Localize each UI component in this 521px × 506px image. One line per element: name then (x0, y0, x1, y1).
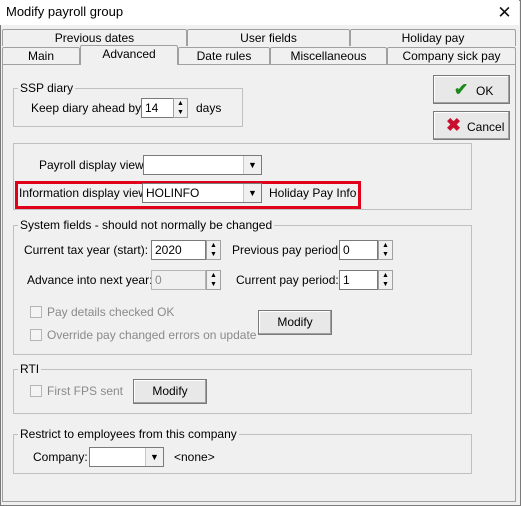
spin-up-icon[interactable]: ▲ (207, 241, 220, 250)
tab-date-rules[interactable]: Date rules (178, 47, 270, 64)
chevron-down-icon[interactable]: ▼ (243, 156, 261, 174)
spin-up-icon[interactable]: ▲ (174, 99, 187, 108)
info-display-description: Holiday Pay Info (269, 186, 357, 200)
spin-down-icon[interactable]: ▼ (207, 250, 220, 259)
system-fields-label: System fields - should not normally be c… (18, 218, 275, 232)
tax-year-spinner[interactable]: ▲ ▼ (206, 240, 221, 260)
keep-diary-input[interactable]: 14 (141, 98, 174, 118)
chevron-down-icon[interactable]: ▼ (243, 184, 261, 202)
restrict-company-label: Restrict to employees from this company (18, 427, 239, 441)
current-pay-period-spinner[interactable]: ▲ ▼ (378, 270, 393, 290)
company-select[interactable]: ▼ (89, 447, 164, 467)
tab-miscellaneous[interactable]: Miscellaneous (270, 47, 387, 64)
company-description: <none> (174, 450, 215, 464)
tab-advanced[interactable]: Advanced (80, 45, 178, 65)
cancel-button[interactable]: ✖ Cancel (433, 111, 510, 140)
info-display-select[interactable]: HOLINFO ▼ (142, 183, 262, 203)
close-button[interactable]: ✕ (490, 0, 519, 25)
rti-modify-button[interactable]: Modify (133, 379, 207, 404)
ssp-diary-label: SSP diary (18, 81, 76, 95)
ok-button[interactable]: ✔ OK (433, 75, 510, 104)
payroll-display-select[interactable]: ▼ (143, 155, 262, 175)
advance-next-year-label: Advance into next year: (27, 273, 153, 287)
advance-next-year-input: 0 (151, 270, 206, 290)
override-errors-label: Override pay changed errors on update (47, 328, 257, 342)
payroll-display-label: Payroll display view: (39, 158, 148, 172)
days-unit-label: days (196, 101, 222, 115)
spin-down-icon[interactable]: ▼ (379, 280, 392, 289)
previous-pay-period-spinner[interactable]: ▲ ▼ (378, 240, 393, 260)
rti-label: RTI (18, 362, 42, 376)
tax-year-label: Current tax year (start): (24, 243, 149, 257)
chevron-down-icon[interactable]: ▼ (145, 448, 163, 466)
spin-up-icon[interactable]: ▲ (379, 241, 392, 250)
tax-year-input[interactable]: 2020 (151, 240, 206, 260)
spin-down-icon: ▼ (210, 281, 217, 288)
company-label: Company: (33, 450, 88, 464)
previous-pay-period-input[interactable]: 0 (339, 240, 378, 260)
previous-pay-period-label: Previous pay period: (232, 243, 342, 257)
window-title: Modify payroll group (6, 4, 124, 19)
tab-company-sick-pay[interactable]: Company sick pay (387, 47, 516, 64)
tab-holiday-pay[interactable]: Holiday pay (350, 29, 516, 46)
first-fps-label: First FPS sent (47, 384, 124, 398)
keep-diary-spinner[interactable]: ▲ ▼ (173, 98, 188, 118)
tab-previous-dates[interactable]: Previous dates (2, 29, 187, 46)
keep-diary-label: Keep diary ahead by: (31, 101, 145, 115)
info-display-label: Information display view: (19, 186, 151, 200)
spin-up-icon: ▲ (210, 272, 217, 279)
title-bar: Modify payroll group ✕ (0, 0, 519, 25)
tab-user-fields[interactable]: User fields (187, 29, 350, 46)
spin-down-icon[interactable]: ▼ (379, 250, 392, 259)
first-fps-checkbox (30, 385, 42, 397)
pay-details-checkbox (30, 306, 42, 318)
check-icon: ✔ (454, 80, 469, 99)
tab-main[interactable]: Main (2, 47, 80, 64)
current-pay-period-input[interactable]: 1 (339, 270, 378, 290)
override-errors-checkbox (30, 329, 42, 341)
pay-details-label: Pay details checked OK (47, 305, 175, 319)
advance-next-year-spinner: ▲ ▼ (206, 270, 221, 290)
spin-down-icon[interactable]: ▼ (174, 108, 187, 117)
current-pay-period-label: Current pay period: (236, 273, 339, 287)
system-modify-button[interactable]: Modify (258, 310, 332, 335)
spin-up-icon[interactable]: ▲ (379, 271, 392, 280)
cross-icon: ✖ (446, 115, 462, 135)
